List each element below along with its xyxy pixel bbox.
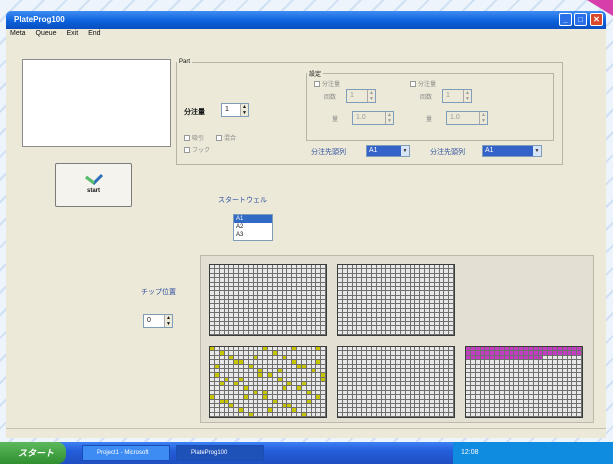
checkmark-icon	[84, 173, 103, 185]
hook-checkbox[interactable]: フック	[184, 145, 210, 154]
mix-checkbox[interactable]: 混合	[216, 133, 236, 142]
amount2-spinner-buttons[interactable]: ▲ ▼	[479, 112, 487, 124]
status-bar	[6, 428, 606, 438]
settings-legend: 設定	[309, 72, 322, 78]
chevron-down-icon[interactable]: ▼	[401, 146, 409, 156]
aspirate-checkbox[interactable]: 吸引	[184, 133, 204, 142]
amount1-value: 1.0	[356, 114, 366, 121]
count1-value: 1	[350, 92, 354, 99]
list-item[interactable]: A3	[234, 231, 272, 239]
plate-area	[200, 255, 594, 423]
chevron-down-icon[interactable]: ▼	[533, 146, 541, 156]
well	[449, 412, 454, 417]
count1-label: 回数	[324, 95, 337, 101]
title-bar: PlateProg100 _ □ ✕	[6, 11, 606, 29]
preview-box	[22, 59, 171, 147]
count2-label: 回数	[420, 95, 433, 101]
dir1-value: A1	[369, 147, 378, 154]
start-label: start	[86, 188, 100, 194]
well	[321, 330, 326, 335]
close-button[interactable]: ✕	[590, 13, 603, 26]
dir2-label: 分注先頭列	[430, 149, 465, 156]
start-well-list[interactable]: A1 A2 A3	[233, 214, 273, 241]
plate-5[interactable]	[465, 346, 583, 418]
part-legend: Part	[179, 59, 191, 65]
aspirate-label: 吸引	[192, 136, 205, 142]
menu-item-meta[interactable]: Meta	[6, 29, 30, 38]
menu-bar: Meta Queue Exit End	[6, 29, 606, 41]
option2-label: 分注量	[418, 82, 437, 88]
start-well-label: スタートウェル	[218, 197, 267, 204]
chip-position-label: チップ位置	[141, 289, 176, 296]
menu-item-queue[interactable]: Queue	[32, 29, 61, 38]
amount2-value: 1.0	[450, 114, 460, 121]
system-tray: 12:08	[453, 442, 613, 464]
start-button[interactable]: start	[55, 163, 132, 207]
list-item[interactable]: A2	[234, 223, 272, 231]
main-client-area: Part 分注量 1 ▲ ▼ 吸引 混合 フック 設定 分注量 分注量 回数 1 ▲…	[6, 41, 606, 428]
list-item[interactable]: A1	[234, 215, 272, 223]
count2-spinner[interactable]: 1 ▲ ▼	[442, 89, 472, 103]
option2-checkbox[interactable]: 分注量	[410, 79, 436, 88]
dir1-label: 分注先頭列	[311, 149, 346, 156]
well	[577, 412, 582, 417]
taskbar: スタート Project1 - Microsoft PlateProg100 1…	[0, 442, 613, 464]
plate-3[interactable]	[209, 346, 327, 418]
dir2-dropdown[interactable]: A1 ▼	[482, 145, 542, 157]
dispense-value: 1	[225, 106, 229, 113]
amount1-spinner[interactable]: 1.0 ▲ ▼	[352, 111, 394, 125]
plate-1[interactable]	[209, 264, 327, 336]
amount2-spinner[interactable]: 1.0 ▲ ▼	[446, 111, 488, 125]
count2-spinner-buttons[interactable]: ▲ ▼	[463, 90, 471, 102]
option1-label: 分注量	[322, 82, 341, 88]
chip-position-spinner[interactable]: 0 ▲ ▼	[143, 314, 173, 328]
mix-label: 混合	[224, 136, 237, 142]
window-title: PlateProg100	[14, 15, 65, 24]
amount1-spinner-buttons[interactable]: ▲ ▼	[385, 112, 393, 124]
amount2-label: 量	[426, 117, 433, 123]
plate-4[interactable]	[337, 346, 455, 418]
menu-item-exit[interactable]: Exit	[63, 29, 83, 38]
option1-checkbox[interactable]: 分注量	[314, 79, 340, 88]
chip-spinner-buttons[interactable]: ▲ ▼	[164, 315, 172, 327]
tray-clock: 12:08	[461, 449, 479, 456]
start-menu-button[interactable]: スタート	[0, 442, 66, 464]
menu-item-end[interactable]: End	[84, 29, 104, 38]
well	[449, 330, 454, 335]
well	[321, 412, 326, 417]
count2-value: 1	[446, 92, 450, 99]
count1-spinner[interactable]: 1 ▲ ▼	[346, 89, 376, 103]
taskbar-item-project1[interactable]: Project1 - Microsoft	[82, 445, 170, 461]
count1-spinner-buttons[interactable]: ▲ ▼	[367, 90, 375, 102]
dir1-dropdown[interactable]: A1 ▼	[366, 145, 410, 157]
amount1-label: 量	[332, 117, 339, 123]
dispense-label: 分注量	[184, 109, 205, 116]
dir2-value: A1	[485, 147, 494, 154]
chip-position-value: 0	[147, 317, 151, 324]
hook-label: フック	[192, 148, 211, 154]
minimize-button[interactable]: _	[559, 13, 572, 26]
maximize-button[interactable]: □	[574, 13, 587, 26]
spinner-buttons[interactable]: ▲ ▼	[240, 104, 248, 116]
dispense-spinner[interactable]: 1 ▲ ▼	[221, 103, 249, 117]
taskbar-item-plateprog[interactable]: PlateProg100	[176, 445, 264, 461]
plate-2[interactable]	[337, 264, 455, 336]
